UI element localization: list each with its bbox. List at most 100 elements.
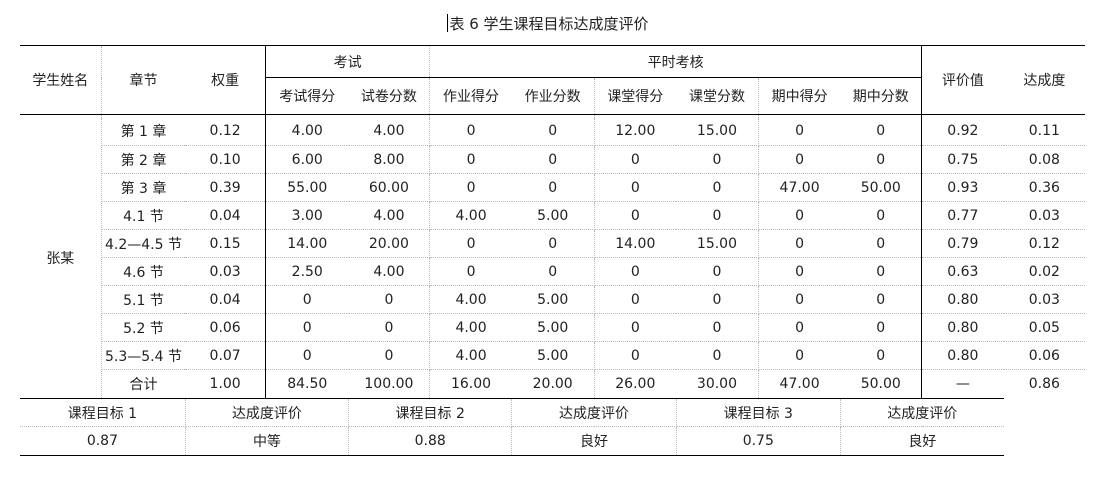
cell-class-total: 0 — [676, 145, 759, 174]
cell-class-total: 30.00 — [676, 369, 759, 399]
cell-class-total: 0 — [676, 257, 759, 286]
summary-label-goal-3: 课程目标 3 — [676, 398, 841, 427]
cell-achievement: 0.08 — [1003, 145, 1085, 174]
cell-class-total: 15.00 — [676, 117, 759, 146]
cell-weight: 0.07 — [185, 341, 266, 370]
summary-value-goal-3: 0.75 — [676, 426, 841, 456]
cell-midterm-score: 0 — [758, 229, 841, 258]
cell-midterm-score: 0 — [758, 201, 841, 230]
cell-class-score: 26.00 — [615, 376, 656, 392]
table-row: 4.2—4.5 节 0.15 14.00 20.00 0 0 14.00 15.00 0 0 0.7… — [20, 229, 1085, 258]
cell-eval-value: 0.93 — [921, 173, 1004, 202]
cell-eval-value: 0.63 — [921, 257, 1004, 286]
cell-exam-score: 0 — [265, 313, 349, 342]
cell-midterm-score: 0 — [758, 257, 841, 286]
cell-eval-value: 0.79 — [921, 229, 1004, 258]
cell-weight: 0.39 — [185, 173, 266, 202]
cell-weight: 1.00 — [185, 369, 266, 399]
cell-eval-value: 0.77 — [921, 201, 1004, 230]
cell-chapter: 4.6 节 — [101, 257, 186, 286]
cell-midterm-score: 0 — [758, 285, 841, 314]
cell-homework-score: 0 — [429, 145, 512, 174]
table-row: 5.2 节 0.06 0 0 4.00 5.00 0 0 0 0 0.80 0.05 — [20, 313, 1085, 342]
cell-chapter: 5.1 节 — [101, 285, 186, 314]
cell-exam-score: 6.00 — [265, 145, 349, 174]
summary-value-goal-1: 0.87 — [20, 426, 186, 456]
cell-weight: 0.03 — [185, 257, 266, 286]
table-row: 第 2 章 0.10 6.00 8.00 0 0 0 0 0 0 0.75 0.08 — [20, 145, 1085, 174]
cell-class-score: 0 — [594, 257, 677, 286]
cell-homework-total: 5.00 — [511, 201, 595, 230]
header-homework-total: 作业分数 — [511, 77, 595, 115]
cell-chapter: 4.1 节 — [101, 201, 186, 230]
cell-weight: 0.06 — [185, 313, 266, 342]
cell-paper-score: 4.00 — [348, 201, 431, 230]
header-homework-score: 作业得分 — [429, 77, 512, 115]
cell-homework-score: 4.00 — [429, 341, 512, 370]
table-row: 4.1 节 0.04 3.00 4.00 4.00 5.00 0 0 0 0 0.77 0.03 — [20, 201, 1085, 230]
cell-homework-total: 0 — [511, 117, 595, 146]
cell-midterm-score: 0 — [758, 117, 841, 146]
cell-chapter: 5.2 节 — [101, 313, 186, 342]
header-midterm-score: 期中得分 — [758, 77, 841, 115]
cell-midterm-total: 0 — [840, 229, 922, 258]
cell-class-total: 0 — [676, 285, 759, 314]
cell-paper-score: 0 — [348, 285, 431, 314]
header-achievement: 达成度 — [1003, 45, 1085, 115]
header-chapter: 章节 — [101, 45, 186, 115]
header-routine: 平时考核 — [429, 45, 922, 78]
summary-label-eval-3: 达成度评价 — [840, 398, 1004, 427]
summary-label-eval-1: 达成度评价 — [185, 398, 350, 427]
cell-weight: 0.04 — [185, 201, 266, 230]
table-row: 5.1 节 0.04 0 0 4.00 5.00 0 0 0 0 0.80 0.03 — [20, 285, 1085, 314]
cell-eval-value: 0.80 — [921, 313, 1004, 342]
cell-achievement: 0.03 — [1003, 285, 1085, 314]
cell-exam-score: 84.50 — [287, 376, 328, 392]
cell-paper-score: 0 — [348, 313, 431, 342]
cell-paper-score: 20.00 — [348, 229, 431, 258]
summary-value-goal-2: 0.88 — [348, 426, 513, 456]
cell-class-score: 14.00 — [594, 229, 677, 258]
cell-class-total: 0 — [676, 313, 759, 342]
cell-paper-score: 100.00 — [348, 369, 431, 399]
cell-weight: 0.12 — [185, 117, 266, 146]
total-row: 合计 1.00 84.50 100.00 16.00 20.00 26.00 30.00 47.… — [20, 369, 1085, 399]
header-eval-value: 评价值 — [921, 45, 1004, 115]
cell-class-total: 15.00 — [676, 229, 759, 258]
cell-homework-total: 5.00 — [511, 341, 595, 370]
cell-weight: 0.04 — [185, 285, 266, 314]
header-midterm-total: 期中分数 — [840, 77, 922, 115]
cell-homework-score: 4.00 — [429, 313, 512, 342]
cell-homework-total: 20.00 — [511, 369, 595, 399]
achievement-table: 学生姓名 章节 权重 考试 平时考核 评价值 达成度 考试得分 试卷分数 作业得… — [20, 45, 1085, 456]
cell-midterm-total: 0 — [840, 285, 922, 314]
cell-midterm-score: 0 — [758, 145, 841, 174]
cell-paper-score: 0 — [348, 341, 431, 370]
cell-midterm-total: 0 — [840, 145, 922, 174]
cell-class-score: 0 — [594, 341, 677, 370]
cell-exam-score: 14.00 — [265, 229, 349, 258]
cell-eval-value: — — [921, 369, 1004, 399]
cell-eval-value: 0.92 — [921, 117, 1004, 146]
cell-homework-score: 0 — [429, 229, 512, 258]
cell-exam-score: 0 — [265, 285, 349, 314]
cell-class-total: 0 — [676, 173, 759, 202]
cell-paper-score: 8.00 — [348, 145, 431, 174]
student-name-cell: 张某 — [20, 117, 102, 399]
cell-midterm-score: 0 — [758, 313, 841, 342]
cell-exam-score: 4.00 — [265, 117, 349, 146]
cell-exam-score: 55.00 — [265, 173, 349, 202]
cell-exam-score: 0 — [265, 341, 349, 370]
cell-class-score: 0 — [594, 201, 677, 230]
cell-homework-score: 0 — [429, 117, 512, 146]
cell-chapter: 第 2 章 — [101, 145, 186, 174]
cell-eval-value: 0.80 — [921, 341, 1004, 370]
cell-achievement: 0.02 — [1003, 257, 1085, 286]
cell-midterm-score: 47.00 — [758, 173, 841, 202]
cell-class-score: 12.00 — [594, 117, 677, 146]
header-weight: 权重 — [185, 45, 266, 115]
summary-label-goal-1: 课程目标 1 — [20, 398, 186, 427]
header-exam: 考试 — [265, 45, 431, 78]
cell-midterm-score: 47.00 — [779, 376, 820, 392]
cell-weight: 0.15 — [185, 229, 266, 258]
